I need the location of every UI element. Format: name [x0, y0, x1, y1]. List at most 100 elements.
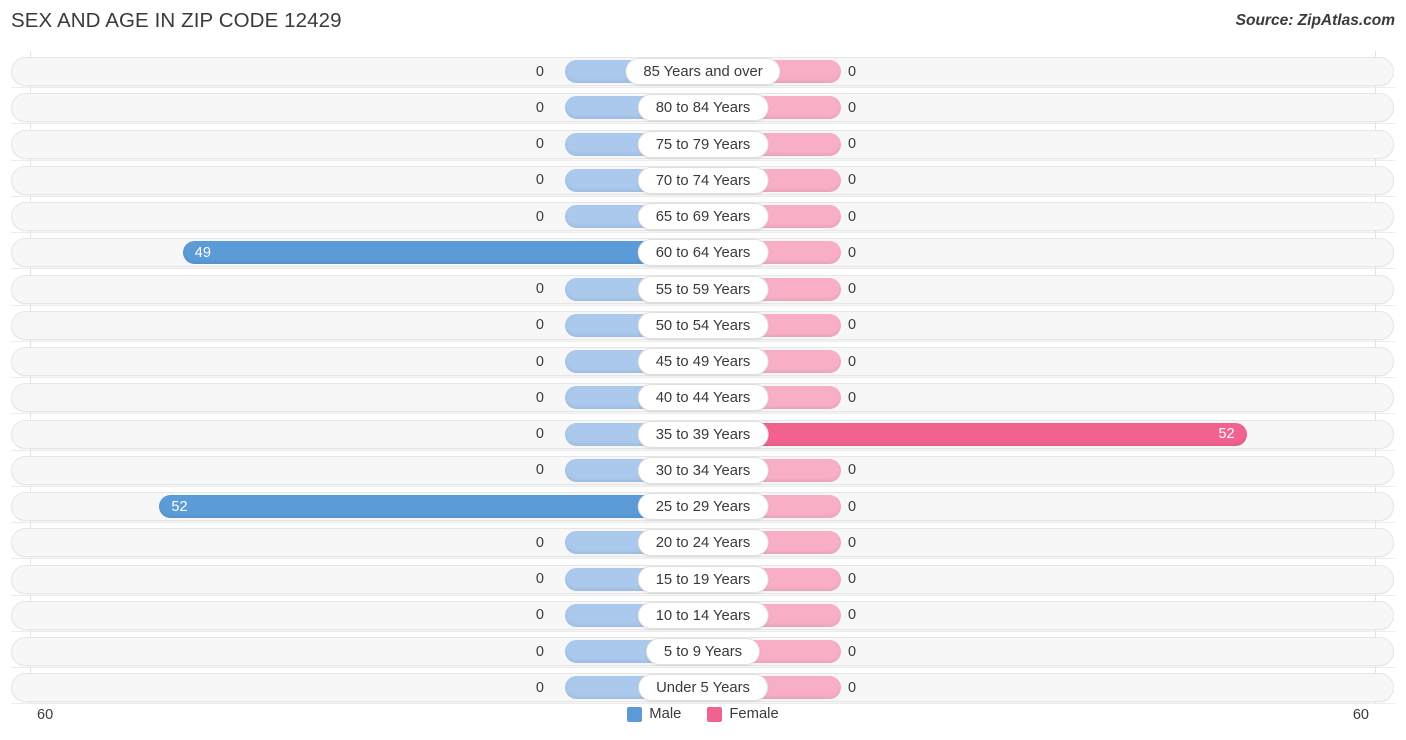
age-row: 0 0 15 to 19 Years	[0, 563, 1406, 596]
bar-value-female: 52	[1218, 426, 1235, 442]
value-label-male: 0	[535, 281, 544, 297]
age-group-label: 60 to 64 Years	[637, 239, 769, 267]
value-label-female: 0	[848, 462, 857, 479]
age-row: 49 0 60 to 64 Years	[0, 236, 1406, 270]
bar-male[interactable]: 49	[182, 241, 703, 265]
value-label-male: 0	[535, 208, 544, 225]
value-label-female: 0	[848, 571, 857, 587]
age-group-label: 50 to 54 Years	[637, 311, 769, 339]
value-label-female: 0	[848, 353, 857, 370]
legend-swatch-icon	[627, 706, 643, 722]
value-label-female: 0	[848, 389, 857, 406]
age-group-label: 40 to 44 Years	[637, 384, 769, 412]
age-group-label: 70 to 74 Years	[637, 166, 769, 194]
row-separator	[11, 558, 1395, 560]
value-label-male: 0	[535, 353, 544, 370]
row-separator	[11, 449, 1395, 451]
value-label-male: 0	[535, 643, 544, 660]
age-group-label: 45 to 49 Years	[637, 348, 769, 375]
value-label-male: 0	[535, 571, 544, 587]
age-row: 0 0 70 to 74 Years	[0, 164, 1406, 197]
row-separator	[11, 340, 1395, 342]
value-label-male: 0	[535, 607, 544, 624]
age-row: 0 0 5 to 9 Years	[0, 635, 1406, 668]
row-separator	[11, 159, 1395, 161]
age-row: 0 0 45 to 49 Years	[0, 345, 1406, 378]
value-label-male: 0	[535, 426, 544, 442]
row-separator	[11, 87, 1395, 88]
value-label-female: 0	[848, 136, 857, 152]
legend-label: Female	[729, 706, 779, 722]
bar-male[interactable]: 52	[159, 495, 703, 518]
row-separator	[11, 522, 1395, 523]
value-label-male: 0	[535, 534, 544, 551]
value-label-female: 0	[848, 498, 857, 515]
chart-legend: Male Female	[0, 706, 1406, 722]
legend-male[interactable]: Male	[627, 706, 681, 722]
age-row: 0 0 20 to 24 Years	[0, 526, 1406, 560]
row-separator	[11, 195, 1395, 197]
value-label-female: 0	[848, 281, 857, 297]
value-label-female: 0	[848, 534, 857, 551]
age-row: 0 0 10 to 14 Years	[0, 599, 1406, 632]
row-separator	[11, 630, 1395, 632]
row-separator	[11, 703, 1395, 705]
row-separator	[11, 667, 1395, 668]
age-group-label: 30 to 34 Years	[637, 456, 769, 484]
age-row: 52 0 25 to 29 Years	[0, 490, 1406, 523]
age-group-label: 65 to 69 Years	[637, 203, 769, 230]
legend-female[interactable]: Female	[707, 706, 779, 722]
value-label-female: 0	[848, 679, 857, 696]
value-label-female: 0	[848, 172, 857, 189]
age-group-label: 75 to 79 Years	[637, 130, 769, 158]
age-group-label: 20 to 24 Years	[637, 529, 769, 557]
age-group-label: 10 to 14 Years	[637, 601, 769, 629]
population-pyramid-plot: 0 0 85 Years and over 0 0 80 to 84 Years 0 0 75 …	[0, 51, 1406, 705]
value-label-female: 0	[848, 99, 857, 116]
value-label-male: 0	[535, 136, 544, 152]
value-label-male: 0	[535, 172, 544, 189]
age-row: 0 0 55 to 59 Years	[0, 273, 1406, 306]
row-separator	[11, 594, 1395, 596]
value-label-male: 0	[535, 389, 544, 406]
value-label-female: 0	[848, 63, 857, 80]
legend-label: Male	[649, 706, 682, 722]
row-separator	[11, 304, 1395, 306]
age-row: 0 0 80 to 84 Years	[0, 91, 1406, 125]
value-label-male: 0	[535, 63, 544, 80]
value-label-male: 0	[535, 99, 544, 116]
legend-swatch-icon	[707, 706, 723, 722]
bar-female[interactable]: 52	[703, 422, 1247, 446]
age-group-label: 25 to 29 Years	[637, 493, 769, 520]
age-row: 0 0 30 to 34 Years	[0, 454, 1406, 487]
age-group-label: 85 Years and over	[625, 58, 781, 85]
chart-page: SEX AND AGE IN ZIP CODE 12429 Source: Zi…	[0, 0, 1406, 740]
page-title: SEX AND AGE IN ZIP CODE 12429	[11, 9, 342, 32]
bar-value-male: 52	[171, 498, 188, 515]
age-group-label: 35 to 39 Years	[637, 420, 769, 448]
age-row: 0 0 75 to 79 Years	[0, 128, 1406, 161]
age-group-label: 55 to 59 Years	[637, 275, 769, 303]
age-group-label: 80 to 84 Years	[637, 94, 769, 122]
age-row: 0 0 85 Years and over	[0, 55, 1406, 88]
age-group-label: Under 5 Years	[638, 674, 768, 702]
row-separator	[11, 413, 1395, 415]
row-separator	[11, 377, 1395, 378]
value-label-female: 0	[848, 244, 857, 261]
age-group-label: 5 to 9 Years	[645, 638, 761, 665]
age-row: 0 0 65 to 69 Years	[0, 200, 1406, 233]
value-label-female: 0	[848, 317, 857, 334]
row-separator	[11, 485, 1395, 487]
value-label-female: 0	[848, 643, 857, 660]
row-separator	[11, 268, 1395, 270]
source-attribution: Source: ZipAtlas.com	[1235, 12, 1395, 29]
age-row: 0 0 50 to 54 Years	[0, 309, 1406, 342]
bar-value-male: 49	[194, 244, 211, 261]
age-row: 0 0 40 to 44 Years	[0, 381, 1406, 415]
value-label-male: 0	[535, 679, 544, 696]
row-separator	[11, 232, 1395, 233]
age-group-label: 15 to 19 Years	[637, 565, 769, 593]
row-separator	[11, 123, 1395, 125]
value-label-female: 0	[848, 208, 857, 225]
age-row: 0 0 Under 5 Years	[0, 671, 1406, 705]
